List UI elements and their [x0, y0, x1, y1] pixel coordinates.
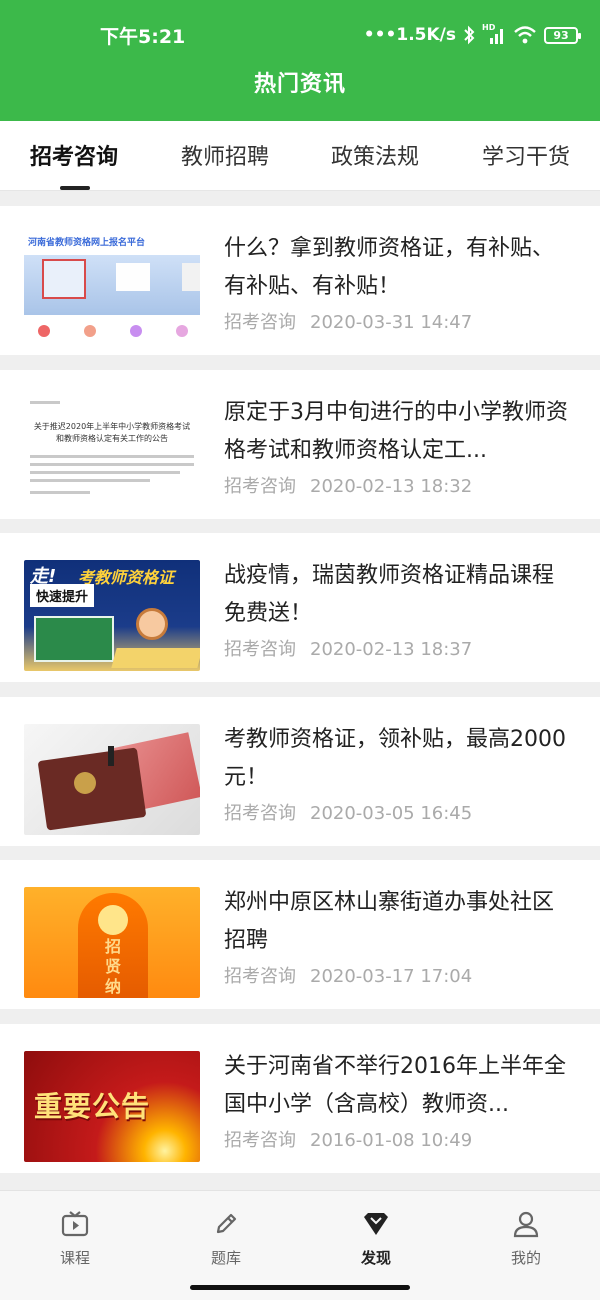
- news-date: 2016-01-08 10:49: [310, 1130, 473, 1151]
- page-title: 热门资讯: [253, 72, 346, 97]
- news-date: 2020-03-05 16:45: [310, 803, 473, 824]
- news-meta: 招考咨询 2020-02-13 18:32: [224, 472, 472, 498]
- news-title: 战疫情，瑞茵教师资格证精品课程免费送！: [224, 563, 555, 626]
- bluetooth-icon: [464, 25, 475, 45]
- tab-study-materials[interactable]: 学习干货: [482, 139, 570, 171]
- news-category: 招考咨询: [224, 803, 296, 824]
- wifi-icon: [514, 26, 536, 44]
- thumbnail-caption: 河南省教师资格网上报名平台: [28, 238, 146, 248]
- news-title: 原定于3月中旬进行的中小学教师资格考试和教师资格认定工...: [224, 400, 568, 463]
- news-category: 招考咨询: [224, 639, 296, 660]
- tab-policies[interactable]: 政策法规: [331, 139, 419, 171]
- thumbnail-caption: 招贤纳士: [104, 937, 121, 998]
- tab-teacher-hiring[interactable]: 教师招聘: [181, 139, 269, 171]
- news-thumbnail: 走! 考教师资格证 快速提升: [24, 560, 200, 671]
- news-title: 考教师资格证，领补贴，最高2000元！: [224, 727, 566, 790]
- news-category: 招考咨询: [224, 1130, 296, 1151]
- news-date: 2020-03-17 17:04: [310, 966, 473, 987]
- nav-label: 课程: [59, 1249, 90, 1267]
- video-icon: [61, 1211, 89, 1237]
- news-title: 什么？拿到教师资格证，有补贴、有补贴、有补贴！: [224, 236, 555, 299]
- thumbnail-caption: 关于推迟2020年上半年中小学教师资格考试和教师资格认定有关工作的公告: [33, 422, 191, 443]
- news-meta: 招考咨询 2020-03-31 14:47: [224, 308, 472, 334]
- active-tab-indicator: [60, 186, 90, 190]
- news-thumbnail: 关于推迟2020年上半年中小学教师资格考试和教师资格认定有关工作的公告: [24, 397, 200, 508]
- tab-recruitment-consult[interactable]: 招考咨询: [30, 139, 118, 171]
- battery-icon: 93: [544, 26, 581, 44]
- news-thumbnail: [24, 724, 200, 835]
- news-thumbnail: 重要公告: [24, 1051, 200, 1162]
- news-item[interactable]: 河南省教师资格网上报名平台 什么？拿到教师资格证，有补贴、有补贴、有补贴！ 招考…: [0, 206, 600, 355]
- news-meta: 招考咨询 2020-03-05 16:45: [224, 799, 472, 825]
- pencil-icon: [216, 1213, 237, 1234]
- status-time: 下午5:21: [100, 26, 186, 48]
- hd-label: HD: [482, 23, 496, 32]
- news-thumbnail: 招贤纳士: [24, 887, 200, 998]
- status-bar: 下午5:21 •••1.5K/s HD 93: [0, 0, 600, 66]
- nav-profile[interactable]: 我的: [486, 1209, 566, 1268]
- thumbnail-caption: 快速提升: [30, 584, 95, 607]
- news-category: 招考咨询: [224, 476, 296, 497]
- news-category: 招考咨询: [224, 312, 296, 333]
- status-icons: •••1.5K/s HD 93: [363, 22, 581, 48]
- news-item[interactable]: 重要公告 关于河南省不举行2016年上半年全国中小学（含高校）教师资... 招考…: [0, 1024, 600, 1173]
- nav-label: 发现: [360, 1249, 391, 1267]
- person-icon: [513, 1211, 539, 1238]
- news-thumbnail: 河南省教师资格网上报名平台: [24, 233, 200, 344]
- news-item[interactable]: 走! 考教师资格证 快速提升 战疫情，瑞茵教师资格证精品课程免费送！ 招考咨询 2…: [0, 533, 600, 682]
- category-tabs: 招考咨询 教师招聘 政策法规 学习干货: [0, 121, 600, 191]
- news-date: 2020-02-13 18:37: [310, 639, 473, 660]
- news-meta: 招考咨询 2016-01-08 10:49: [224, 1126, 472, 1152]
- home-indicator[interactable]: [190, 1285, 410, 1290]
- news-item[interactable]: 关于推迟2020年上半年中小学教师资格考试和教师资格认定有关工作的公告 原定于3…: [0, 370, 600, 519]
- nav-discover[interactable]: 发现: [336, 1209, 416, 1268]
- news-date: 2020-02-13 18:32: [310, 476, 473, 497]
- thumbnail-caption: 重要公告: [34, 1090, 151, 1123]
- news-item[interactable]: 考教师资格证，领补贴，最高2000元！ 招考咨询 2020-03-05 16:45: [0, 697, 600, 846]
- network-speed: •••1.5K/s: [363, 25, 456, 45]
- news-meta: 招考咨询 2020-02-13 18:37: [224, 635, 472, 661]
- news-title: 郑州中原区林山寨街道办事处社区招聘: [224, 890, 555, 953]
- nav-question-bank[interactable]: 题库: [186, 1209, 266, 1268]
- news-meta: 招考咨询 2020-03-17 17:04: [224, 962, 472, 988]
- news-date: 2020-03-31 14:47: [310, 312, 473, 333]
- diamond-icon: [364, 1213, 388, 1235]
- nav-label: 题库: [210, 1249, 241, 1267]
- nav-courses[interactable]: 课程: [35, 1209, 115, 1268]
- app-header: 下午5:21 •••1.5K/s HD 93 热门资讯: [0, 0, 600, 121]
- signal-icon: HD: [482, 23, 506, 45]
- news-title: 关于河南省不举行2016年上半年全国中小学（含高校）教师资...: [224, 1054, 566, 1117]
- nav-label: 我的: [510, 1249, 541, 1267]
- news-category: 招考咨询: [224, 966, 296, 987]
- bottom-nav: 课程 题库 发现 我的: [0, 1190, 600, 1300]
- news-item[interactable]: 招贤纳士 郑州中原区林山寨街道办事处社区招聘 招考咨询 2020-03-17 17…: [0, 860, 600, 1009]
